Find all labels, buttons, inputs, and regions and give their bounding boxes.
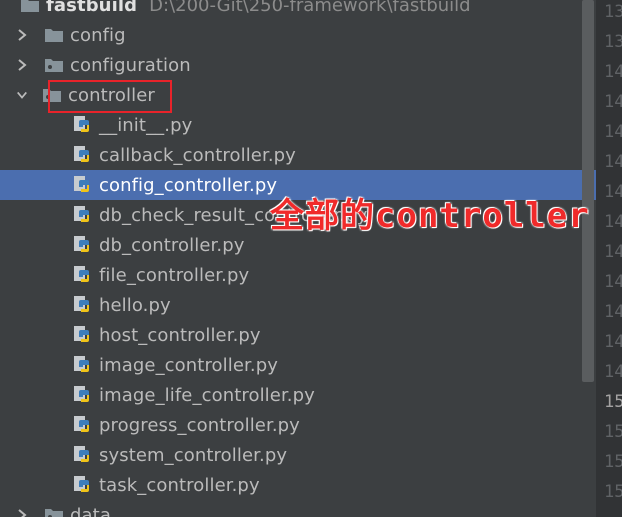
python-file-icon [72,205,92,225]
python-file-icon [72,235,92,255]
file-label: hello.py [99,294,171,316]
file-label: __init__.py [99,114,193,136]
line-number: 14 [604,272,622,292]
line-number: 14 [604,212,622,232]
chevron-down-icon[interactable] [16,87,28,103]
line-number: 13 [604,2,622,22]
tree-folder-data[interactable]: data [0,500,596,517]
line-number: 15 [604,422,622,442]
file-label: image_life_controller.py [99,384,315,406]
line-number: 14 [604,302,622,322]
chevron-right-icon[interactable] [16,27,28,43]
chevron-right-icon[interactable] [16,507,28,517]
line-number: 15 [604,392,622,412]
line-number-gutter: 13 13 14 14 14 14 14 14 14 14 14 14 14 15 15 15 15 [596,0,622,517]
line-number: 14 [604,332,622,352]
line-number: 14 [604,182,622,202]
tree-file-row[interactable]: file_controller.py [0,260,596,290]
folder-label: configuration [70,54,191,76]
python-file-icon [72,175,92,195]
tree-file-row[interactable]: hello.py [0,290,596,320]
folder-label: data [70,504,111,517]
line-number: 15 [604,482,622,502]
tree-file-row[interactable]: system_controller.py [0,440,596,470]
python-file-icon [72,385,92,405]
highlight-box [48,80,172,113]
python-file-icon [72,145,92,165]
python-file-icon [72,115,92,135]
tree-file-row[interactable]: __init__.py [0,110,596,140]
python-file-icon [72,325,92,345]
annotation-text: 全部的controller [270,196,590,236]
line-number: 13 [604,32,622,52]
file-label: task_controller.py [99,474,260,496]
package-folder-icon [44,507,64,517]
folder-icon [44,27,64,43]
root-folder-path: D:\200-Git\250-framework\fastbuild [149,0,471,16]
tree-file-row[interactable]: host_controller.py [0,320,596,350]
file-label: progress_controller.py [99,414,300,436]
tree-file-row[interactable]: task_controller.py [0,470,596,500]
python-file-icon [72,415,92,435]
folder-label: config [70,24,126,46]
project-tree[interactable]: fastbuild D:\200-Git\250-framework\fastb… [0,0,596,517]
python-file-icon [72,355,92,375]
file-label: host_controller.py [99,324,261,346]
python-file-icon [72,265,92,285]
file-label: db_controller.py [99,234,245,256]
file-label: callback_controller.py [99,144,296,166]
file-label: file_controller.py [99,264,250,286]
line-number: 14 [604,122,622,142]
folder-icon [20,0,40,13]
tree-file-row[interactable]: image_controller.py [0,350,596,380]
tree-folder-configuration[interactable]: configuration [0,50,596,80]
line-number: 14 [604,242,622,262]
root-folder-label: fastbuild [46,0,138,16]
python-file-icon [72,295,92,315]
python-file-icon [72,445,92,465]
line-number: 15 [604,452,622,472]
file-label: system_controller.py [99,444,288,466]
tree-root-row[interactable]: fastbuild D:\200-Git\250-framework\fastb… [0,0,596,20]
line-number: 14 [604,152,622,172]
chevron-right-icon[interactable] [16,57,28,73]
line-number: 14 [604,92,622,112]
line-number: 14 [604,362,622,382]
tree-file-row[interactable]: callback_controller.py [0,140,596,170]
line-number: 14 [604,62,622,82]
package-folder-icon [44,57,64,73]
tree-file-row[interactable]: progress_controller.py [0,410,596,440]
python-file-icon [72,475,92,495]
tree-file-row[interactable]: image_life_controller.py [0,380,596,410]
tree-folder-config[interactable]: config [0,20,596,50]
file-label: config_controller.py [99,174,278,196]
file-label: image_controller.py [99,354,278,376]
